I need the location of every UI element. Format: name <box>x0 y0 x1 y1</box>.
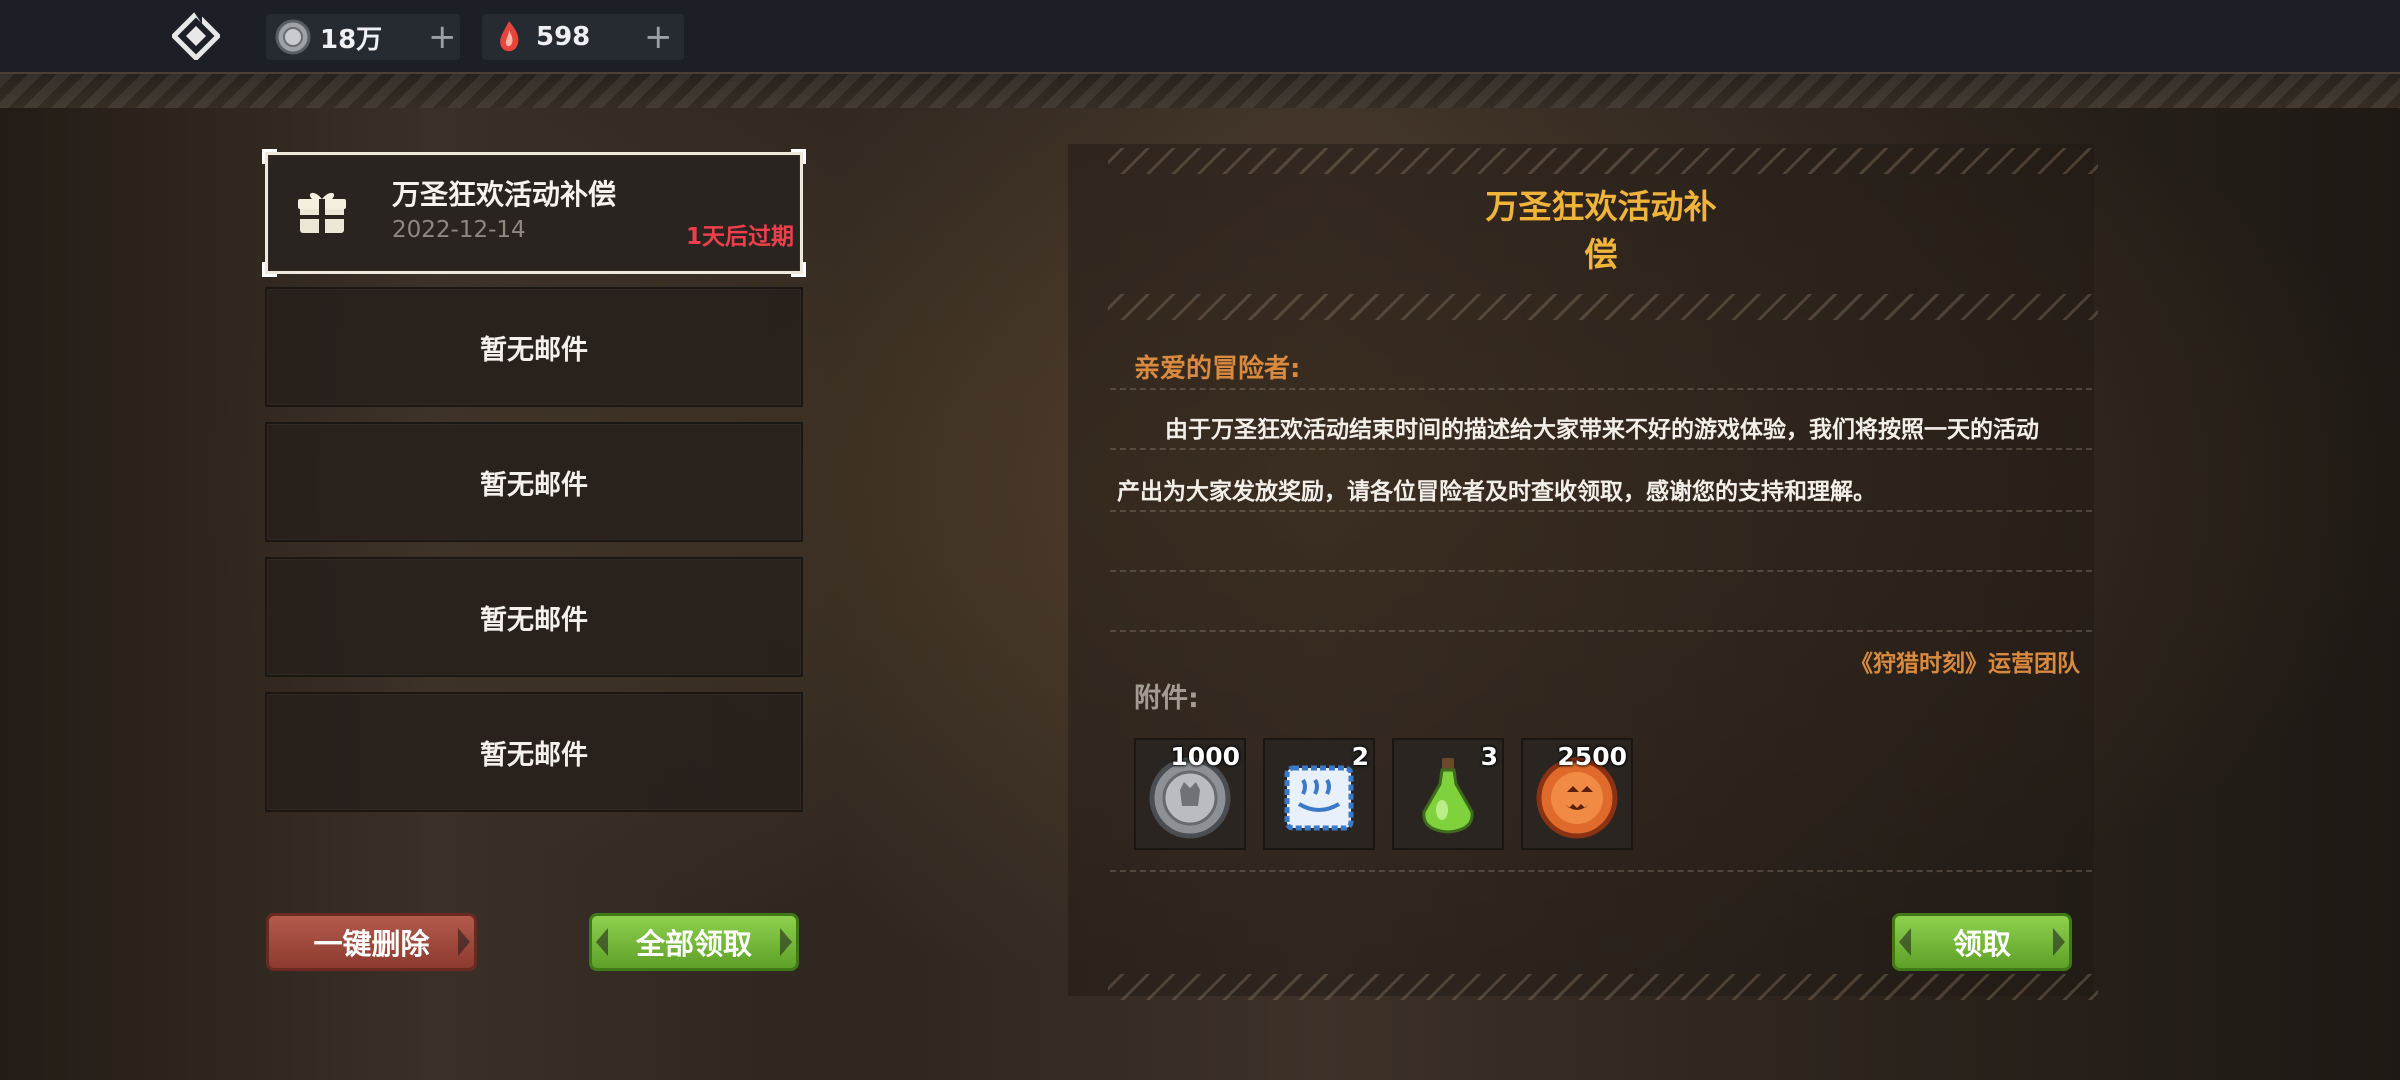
mail-item-empty[interactable]: 暂无邮件 <box>265 692 803 812</box>
ruled-line <box>1110 870 2092 872</box>
decor-zigzag <box>1108 974 2098 1000</box>
add-silver-button[interactable]: + <box>428 20 457 54</box>
mail-item-empty[interactable]: 暂无邮件 <box>265 422 803 542</box>
claim-all-label: 全部领取 <box>635 927 752 961</box>
corner-tl <box>262 149 277 164</box>
gem-amount: 598 <box>536 22 591 52</box>
mail-expiry: 1天后过期 <box>685 224 794 250</box>
mail-item-empty[interactable]: 暂无邮件 <box>265 557 803 677</box>
attachment-slot[interactable]: 3 <box>1392 738 1504 850</box>
greeting: 亲爱的冒险者: <box>1134 354 1301 384</box>
attachment-count: 2 <box>1351 742 1369 771</box>
top-decor-band <box>0 72 2400 108</box>
ruled-line <box>1110 630 2092 632</box>
mail-date: 2022-12-14 <box>392 217 526 243</box>
ruled-line <box>1110 448 2092 450</box>
delete-all-button[interactable]: 一键删除 <box>266 913 477 971</box>
decor-zigzag <box>1108 294 2098 320</box>
chevron-left-decor-icon <box>458 928 470 956</box>
empty-mail-label: 暂无邮件 <box>480 469 588 501</box>
red-crystal-icon <box>500 21 519 52</box>
gift-icon <box>298 192 346 233</box>
body-text-line-2: 产出为大家发放奖励，请各位冒险者及时查收领取，感谢您的支持和理解。 <box>1117 479 1876 505</box>
attachment-slot[interactable]: 1000 <box>1134 738 1246 850</box>
corner-bl <box>262 262 277 277</box>
mail-item-selected[interactable]: 万圣狂欢活动补偿 2022-12-14 1天后过期 <box>262 149 806 277</box>
silver-amount: 18万 <box>320 24 383 55</box>
attachment-count: 1000 <box>1170 742 1240 771</box>
detail-title: 万圣狂欢活动补偿 <box>1485 187 1717 274</box>
chevron-left-decor-icon <box>780 928 792 956</box>
add-gem-button[interactable]: + <box>644 20 673 54</box>
silver-currency: 18万 + <box>266 14 460 60</box>
empty-mail-label: 暂无邮件 <box>480 739 588 771</box>
silver-coin-icon <box>275 19 311 55</box>
corner-br <box>791 262 806 277</box>
mail-item-empty[interactable]: 暂无邮件 <box>265 287 803 407</box>
attachments-label: 附件: <box>1134 683 1199 714</box>
claim-label: 领取 <box>1952 927 2011 961</box>
attachment-slot[interactable]: 2500 <box>1521 738 1633 850</box>
chevron-right-decor-icon <box>1899 928 1911 956</box>
chevron-left-decor-icon <box>2053 928 2065 956</box>
claim-all-button[interactable]: 全部领取 <box>589 913 799 971</box>
claim-button[interactable]: 领取 <box>1892 913 2072 971</box>
attachment-slot[interactable]: 2 <box>1263 738 1375 850</box>
signature: 《狩猎时刻》运营团队 <box>1850 651 2080 677</box>
mail-title: 万圣狂欢活动补偿 <box>392 178 617 211</box>
ruled-line <box>1110 570 2092 572</box>
corner-tr <box>791 149 806 164</box>
body-text-line-1: 由于万圣狂欢活动结束时间的描述给大家带来不好的游戏体验，我们将按照一天的活动 <box>1165 417 2039 443</box>
empty-mail-label: 暂无邮件 <box>480 334 588 366</box>
attachment-count: 2500 <box>1557 742 1627 771</box>
gem-currency: 598 + <box>482 14 684 60</box>
back-logo-icon[interactable] <box>172 12 220 60</box>
decor-zigzag <box>1108 148 2098 174</box>
chevron-right-decor-icon <box>596 928 608 956</box>
ruled-line <box>1110 510 2092 512</box>
delete-all-label: 一键删除 <box>313 927 430 961</box>
ruled-line <box>1110 388 2092 390</box>
attachment-count: 3 <box>1480 742 1498 771</box>
empty-mail-label: 暂无邮件 <box>480 604 588 636</box>
